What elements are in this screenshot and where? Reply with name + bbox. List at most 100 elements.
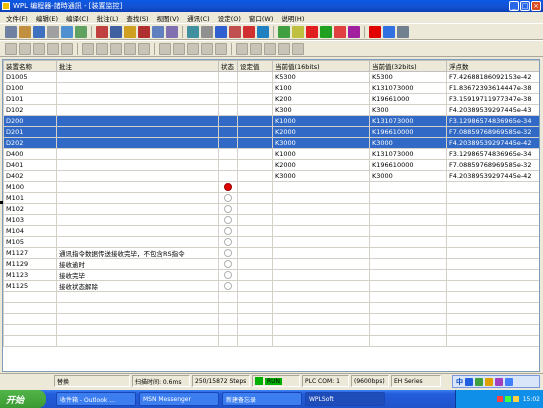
cell-comment[interactable]: 通讯指令数据传送接收完毕，不包含RS指令 [56,247,219,259]
status-cell[interactable] [218,225,238,237]
cell-name[interactable]: D401 [3,159,57,171]
cell-v32[interactable] [369,225,447,237]
t6-icon[interactable] [82,42,94,55]
t14-icon[interactable] [201,42,213,55]
status-cell[interactable] [218,181,238,193]
cell-v32[interactable] [369,258,447,270]
cell-setv[interactable] [237,269,273,281]
table-row[interactable]: M105 [3,236,539,248]
t18-icon[interactable] [264,42,276,55]
table-row[interactable]: D200 K1000 K131073000 F3.12986574836965e-34 [3,115,539,127]
cell-v32[interactable]: K19661000 [369,93,447,105]
cell-setv[interactable] [237,71,273,83]
help-icon[interactable] [495,377,503,386]
find-next-icon[interactable] [187,25,199,38]
cell-flt[interactable] [446,225,539,237]
t2-icon[interactable] [19,42,31,55]
cell-setv[interactable] [237,258,273,270]
help-icon[interactable] [215,25,227,38]
cell-comment[interactable] [56,82,219,94]
cell-comment[interactable] [56,126,219,138]
cell-v16[interactable]: K1000 [272,115,370,127]
print-icon[interactable] [47,25,59,38]
cell-v32[interactable]: K5300 [369,71,447,83]
cell-v32[interactable] [369,192,447,204]
status-cell[interactable] [218,159,238,171]
cell-comment[interactable] [56,192,219,204]
cell-name[interactable]: M105 [3,236,57,248]
t16-icon[interactable] [236,42,248,55]
cell-setv[interactable] [237,181,273,193]
cell-name[interactable]: D1005 [3,71,57,83]
status-cell[interactable] [218,93,238,105]
cell-flt[interactable] [446,203,539,215]
cell-v32[interactable]: K196610000 [369,159,447,171]
cell-v16[interactable]: K300 [272,104,370,116]
table-row[interactable]: D202 K3000 K3000 F4.20389539297445e-42 [3,137,539,149]
table-row[interactable]: M104 [3,225,539,237]
column-header[interactable]: 设定值 [237,60,273,72]
cell-comment[interactable]: 接收完毕 [56,269,219,281]
tray-volume-icon[interactable] [512,396,519,402]
cell-name[interactable]: D100 [3,82,57,94]
table-icon[interactable] [278,25,290,38]
cell-comment[interactable] [56,137,219,149]
undo-icon[interactable] [61,25,73,38]
cell-name[interactable]: M1129 [3,258,57,270]
cell-v16[interactable] [272,247,370,259]
status-cell[interactable] [218,203,238,215]
status-cell[interactable] [218,280,238,292]
table-row[interactable]: D201 K2000 K196610000 F7.08859768969585e-32 [3,126,539,138]
language-bar[interactable]: 中 [452,375,540,388]
delete-icon[interactable] [138,25,150,38]
cell-setv[interactable] [237,192,273,204]
plc-icon[interactable] [369,25,381,38]
cell-setv[interactable] [237,225,273,237]
cell-v16[interactable]: K2000 [272,126,370,138]
cell-setv[interactable] [237,203,273,215]
find-icon[interactable] [152,25,164,38]
column-header[interactable]: 当前值(32bits) [369,60,447,72]
cell-v16[interactable] [272,269,370,281]
cell-v16[interactable]: K3000 [272,137,370,149]
cell-v32[interactable]: K3000 [369,137,447,149]
t13-icon[interactable] [187,42,199,55]
cell-v16[interactable] [272,181,370,193]
cell-v32[interactable]: K131073000 [369,82,447,94]
status-cell[interactable] [218,192,238,204]
cell-name[interactable]: M101 [3,192,57,204]
cell-comment[interactable] [56,214,219,226]
cell-flt[interactable]: F4.20389539297445e-42 [446,170,539,182]
menu-item-2[interactable]: 编译(C) [62,13,93,23]
monitor2-icon[interactable] [397,25,409,38]
stop-icon[interactable] [334,25,346,38]
cell-comment[interactable]: 接收状态解除 [56,280,219,292]
plc2-icon[interactable] [383,25,395,38]
cell-v16[interactable]: K5300 [272,71,370,83]
t8-icon[interactable] [110,42,122,55]
cell-name[interactable]: M100 [3,181,57,193]
status-cell[interactable] [218,104,238,116]
t7-icon[interactable] [96,42,108,55]
menu-item-6[interactable]: 通讯(C) [183,13,214,23]
menu-item-7[interactable]: 设定(O) [214,13,245,23]
cell-v32[interactable] [369,280,447,292]
close-button[interactable]: × [531,1,541,11]
maximize-button[interactable]: □ [520,1,530,11]
cell-flt[interactable]: F7.08859768969585e-32 [446,126,539,138]
cell-v16[interactable] [272,236,370,248]
cell-v32[interactable] [369,181,447,193]
t1-icon[interactable] [5,42,17,55]
cell-setv[interactable] [237,236,273,248]
table-row[interactable]: M1123 接收完毕 [3,269,539,281]
tray-alert-icon[interactable] [496,396,503,402]
t12-icon[interactable] [173,42,185,55]
cell-flt[interactable]: F4.20389539297445e-43 [446,104,539,116]
t19-icon[interactable] [278,42,290,55]
replace-icon[interactable] [166,25,178,38]
cell-name[interactable]: D400 [3,148,57,160]
cell-setv[interactable] [237,247,273,259]
task-memo[interactable]: 新建备忘录 [222,392,302,406]
cell-flt[interactable] [446,236,539,248]
menu-item-0[interactable]: 文件(F) [2,13,32,23]
